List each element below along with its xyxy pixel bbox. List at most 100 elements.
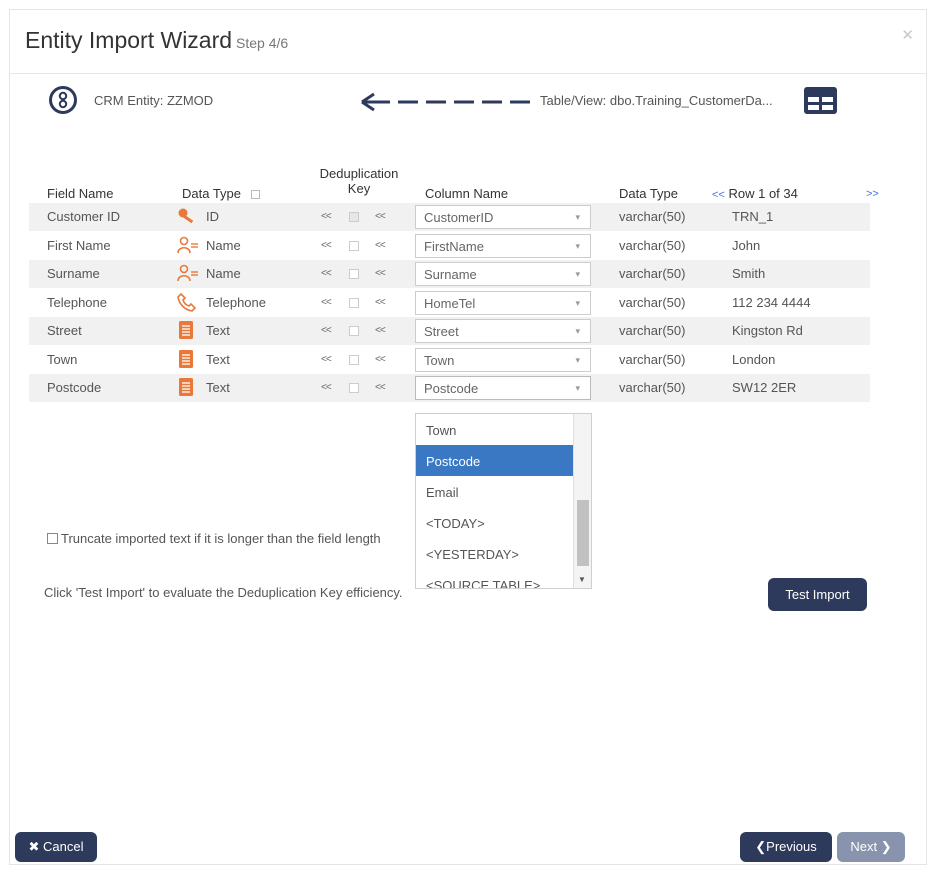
- chevron-down-icon: ▾: [575, 269, 580, 279]
- data-type-label: Text: [206, 380, 230, 395]
- dedup-key-checkbox[interactable]: [349, 269, 359, 279]
- column-name-select[interactable]: HomeTel ▾: [415, 290, 591, 315]
- table-row: Street Text << << Street ▾ varchar(50) Kingston…: [29, 316, 870, 345]
- truncate-option[interactable]: Truncate imported text if it is longer t…: [47, 531, 381, 546]
- previous-button[interactable]: ❮Previous: [740, 832, 832, 862]
- dropdown-option[interactable]: Email: [416, 476, 574, 507]
- column-name-select[interactable]: Surname ▾: [415, 262, 591, 286]
- column-name-select[interactable]: CustomerID ▾: [415, 205, 591, 229]
- next-label: Next: [850, 839, 878, 854]
- dropdown-option[interactable]: Postcode: [416, 445, 574, 476]
- table-row: First Name Name << << FirstName ▾ varchar(50) J…: [29, 230, 870, 259]
- row-next-link[interactable]: >>: [866, 188, 879, 200]
- chevron-left-icon: <<: [375, 296, 386, 308]
- entity-icon: [49, 86, 77, 114]
- phone-icon: [177, 292, 197, 312]
- source-data-type: varchar(50): [619, 237, 686, 253]
- chevron-left-icon: <<: [321, 382, 332, 393]
- column-name-select[interactable]: FirstName ▾: [415, 233, 591, 258]
- field-name: Customer ID: [47, 209, 120, 224]
- dropdown-option[interactable]: <TODAY>: [416, 507, 574, 538]
- row-indicator: Row 1 of 34: [728, 186, 798, 201]
- chevron-left-icon: <<: [321, 268, 332, 279]
- row-sample-value: SW12 2ER: [732, 380, 797, 395]
- chevron-down-icon: ▾: [575, 240, 580, 251]
- truncate-label: Truncate imported text if it is longer t…: [61, 531, 381, 546]
- cancel-button[interactable]: ✖ Cancel: [15, 832, 97, 862]
- dedup-key-checkbox[interactable]: [349, 297, 359, 308]
- scroll-down-icon[interactable]: ▼: [578, 575, 586, 584]
- chevron-down-icon: ▾: [575, 297, 580, 308]
- dedup-line1: Deduplication: [319, 166, 399, 181]
- chevron-left-icon: <<: [321, 296, 332, 308]
- col-column-name: Column Name: [425, 186, 509, 201]
- close-icon[interactable]: ✕: [901, 26, 914, 44]
- column-name-value: Postcode: [424, 381, 479, 396]
- table-row: Telephone Telephone << << HomeTel ▾ varchar(50…: [29, 287, 870, 316]
- test-import-hint: Click 'Test Import' to evaluate the Dedu…: [44, 585, 403, 600]
- row-sample-value: Kingston Rd: [732, 323, 803, 338]
- column-name-value: Street: [424, 324, 459, 339]
- crm-entity-label: CRM Entity: ZZMOD: [94, 93, 214, 108]
- dedup-line2: Key: [347, 181, 371, 196]
- data-type-label: Telephone: [206, 294, 266, 310]
- source-data-type: varchar(50): [619, 294, 686, 310]
- entity-mapping-row: CRM Entity: ZZMOD Table/View: dbo.Traini…: [0, 82, 937, 122]
- person-name-icon: [177, 235, 198, 255]
- chevron-left-icon: ❮: [755, 839, 767, 854]
- data-type-label: Text: [206, 351, 230, 367]
- dropdown-scrollbar[interactable]: ▼: [573, 414, 591, 588]
- source-data-type: varchar(50): [619, 323, 686, 338]
- table-row: Town Text << << Town ▾ varchar(50) London: [29, 344, 870, 373]
- chevron-right-icon: ❯: [880, 839, 892, 854]
- chevron-left-icon: <<: [375, 211, 386, 222]
- dedup-key-checkbox[interactable]: [349, 383, 359, 393]
- dropdown-option[interactable]: <YESTERDAY>: [416, 538, 574, 569]
- dropdown-option[interactable]: Town: [416, 414, 574, 445]
- chevron-down-icon: ▾: [575, 354, 580, 365]
- text-icon: [177, 320, 197, 340]
- row-navigator: << Row 1 of 34: [712, 186, 798, 201]
- person-name-icon: [177, 263, 198, 283]
- dropdown-option[interactable]: <SOURCE TABLE>: [416, 569, 574, 588]
- modal-header: Entity Import Wizard Step 4/6 ✕: [10, 10, 926, 74]
- row-sample-value: TRN_1: [732, 209, 774, 224]
- chevron-left-icon: <<: [321, 239, 332, 251]
- col-data-type-label: Data Type: [182, 186, 242, 201]
- row-sample-value: John: [732, 237, 761, 253]
- next-button[interactable]: Next ❯: [837, 832, 905, 862]
- column-name-value: Surname: [424, 267, 477, 282]
- dedup-key-checkbox[interactable]: [349, 240, 359, 251]
- chevron-down-icon: ▾: [575, 383, 580, 393]
- data-type-label: ID: [206, 209, 219, 224]
- chevron-left-icon: <<: [375, 325, 386, 336]
- text-icon: [177, 377, 197, 397]
- field-name: Telephone: [47, 294, 107, 310]
- scrollbar-thumb[interactable]: [577, 500, 589, 566]
- column-name-select[interactable]: Postcode ▾: [415, 376, 591, 400]
- row-sample-value: Smith: [732, 266, 766, 281]
- column-name-value: FirstName: [424, 238, 484, 254]
- mapping-arrow-icon: [361, 92, 530, 112]
- column-name-value: HomeTel: [424, 295, 476, 311]
- select-all-checkbox[interactable]: [251, 190, 261, 200]
- chevron-left-icon: <<: [375, 382, 386, 393]
- column-name-select[interactable]: Town ▾: [415, 347, 591, 372]
- wizard-title: Entity Import Wizard Step 4/6: [25, 27, 288, 54]
- truncate-checkbox[interactable]: [47, 533, 58, 544]
- test-import-button[interactable]: Test Import: [768, 578, 867, 611]
- dedup-key-checkbox[interactable]: [349, 354, 359, 365]
- row-prev-link[interactable]: <<: [712, 189, 725, 201]
- data-type-label: Text: [206, 323, 230, 338]
- field-name: Postcode: [47, 380, 102, 395]
- table-grid-icon[interactable]: [804, 87, 837, 114]
- field-name: Street: [47, 323, 82, 338]
- dedup-key-checkbox[interactable]: [349, 212, 359, 222]
- chevron-left-icon: <<: [375, 268, 386, 279]
- grid-header: Field Name Data Type Deduplication Key Co…: [0, 150, 937, 201]
- column-name-select[interactable]: Street ▾: [415, 319, 591, 343]
- dedup-key-checkbox[interactable]: [349, 326, 359, 336]
- column-dropdown-list[interactable]: Town Postcode Email <TODAY> <YESTERDAY> <SOUR…: [415, 413, 592, 589]
- table-row: Postcode Text << << Postcode ▾ varchar(50) SW12…: [29, 373, 870, 402]
- column-name-value: Town: [424, 352, 455, 368]
